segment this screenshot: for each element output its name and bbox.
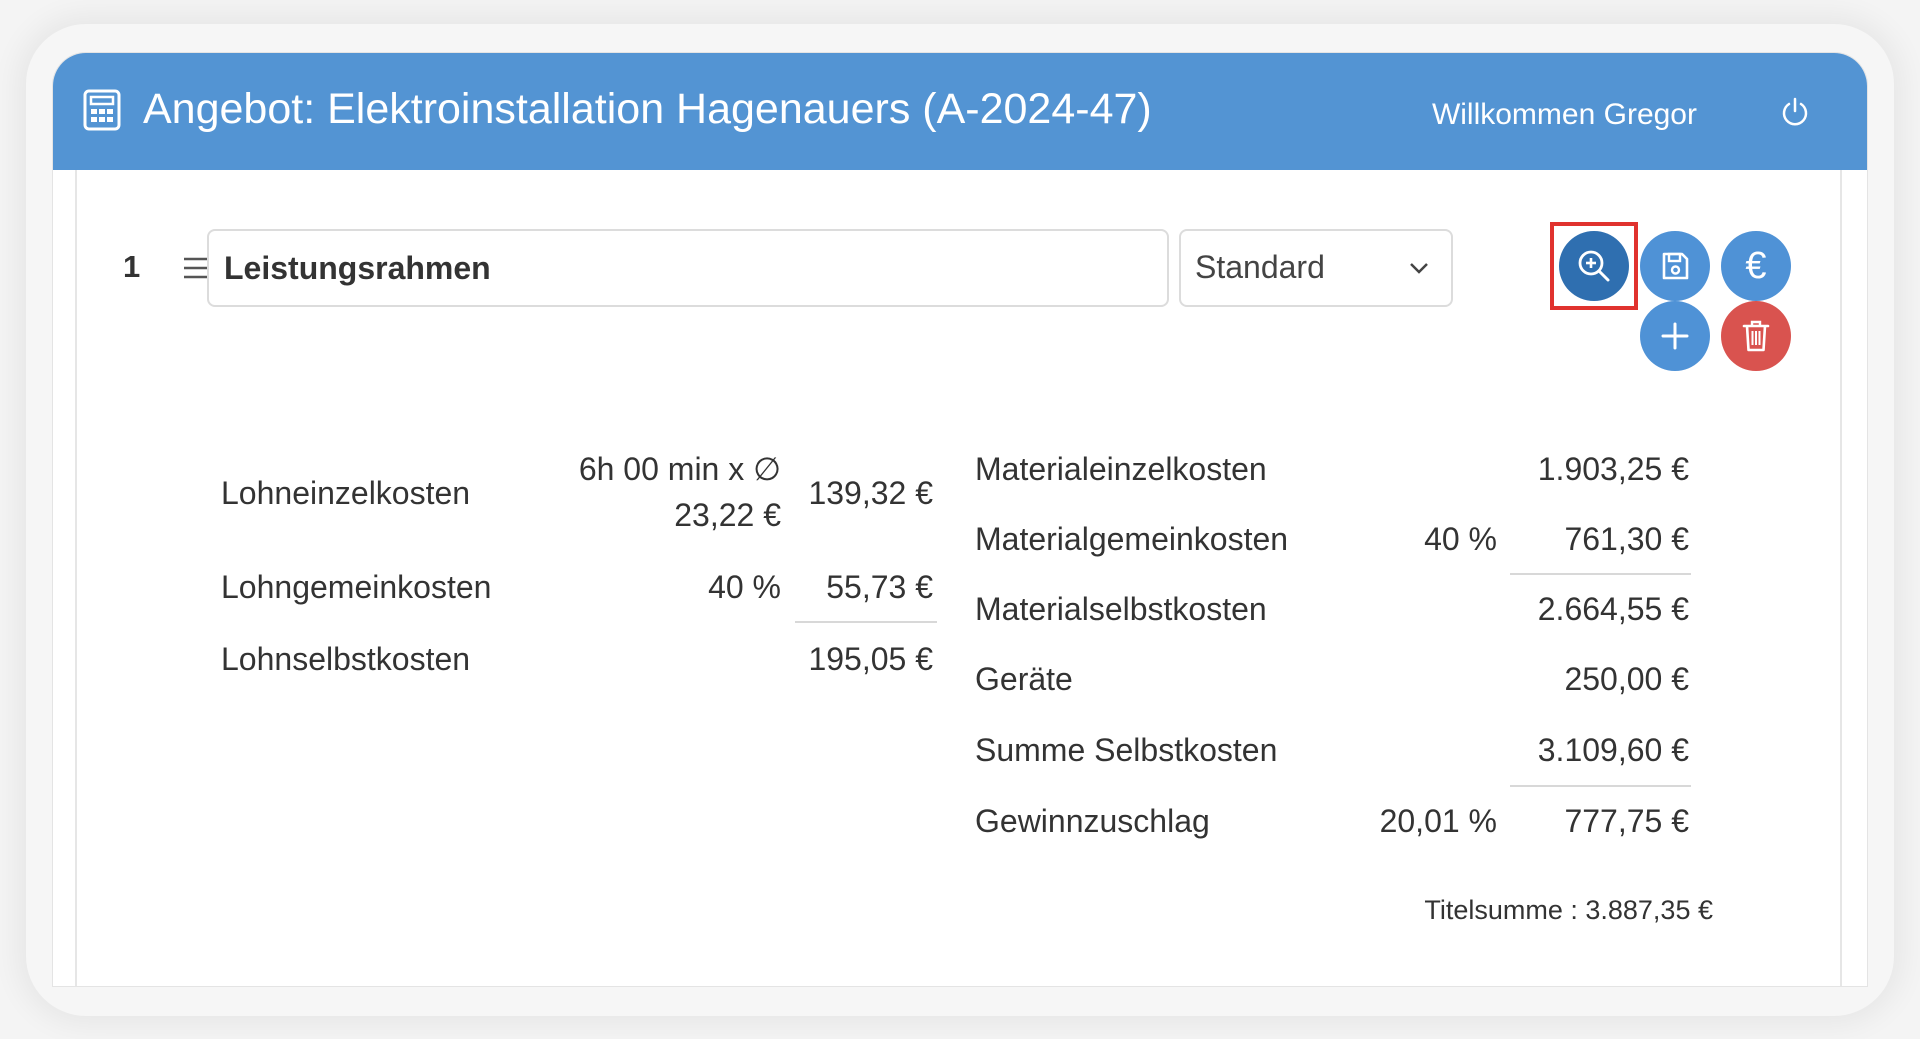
add-button[interactable] bbox=[1640, 301, 1710, 371]
labor-row-value: 55,73 € bbox=[826, 569, 933, 605]
position-title-input[interactable] bbox=[207, 229, 1169, 307]
material-row-value: 761,30 € bbox=[1564, 521, 1689, 557]
labor-row-value: 195,05 € bbox=[808, 641, 933, 677]
zoom-in-icon bbox=[1578, 250, 1610, 282]
material-row-value: 250,00 € bbox=[1564, 661, 1689, 697]
header-bar: Angebot: Elektroinstallation Hagenauers … bbox=[53, 53, 1867, 170]
title-sum: Titelsumme : 3.887,35 € bbox=[1424, 895, 1713, 925]
material-row-detail: 20,01 % bbox=[1379, 803, 1497, 839]
material-sum-divider bbox=[1510, 573, 1691, 575]
calculator-icon bbox=[83, 89, 121, 131]
power-icon[interactable] bbox=[1779, 96, 1811, 128]
delete-button[interactable] bbox=[1721, 301, 1791, 371]
select-value: Standard bbox=[1195, 249, 1325, 285]
labor-row-detail: 6h 00 min x ∅ bbox=[578, 451, 781, 487]
labor-sum-divider bbox=[795, 621, 937, 623]
material-row-label: Geräte bbox=[975, 661, 1073, 697]
material-row-value: 1.903,25 € bbox=[1537, 451, 1689, 487]
pricing-button[interactable]: € bbox=[1721, 231, 1791, 301]
labor-row-label: Lohnselbstkosten bbox=[221, 641, 471, 677]
labor-row-detail: 23,22 € bbox=[674, 497, 781, 533]
chevron-down-icon bbox=[1410, 263, 1428, 274]
labor-row-value: 139,32 € bbox=[808, 475, 933, 511]
position-number: 1 bbox=[123, 249, 141, 284]
material-row-value: 3.109,60 € bbox=[1537, 732, 1689, 768]
labor-row-label: Lohngemeinkosten bbox=[221, 569, 492, 605]
material-row-label: Gewinnzuschlag bbox=[975, 803, 1210, 839]
app-window: Angebot: Elektroinstallation Hagenauers … bbox=[52, 52, 1868, 987]
trash-icon bbox=[1742, 320, 1770, 352]
total-sum-divider bbox=[1510, 785, 1691, 787]
material-row-label: Materialgemeinkosten bbox=[975, 521, 1289, 557]
save-button[interactable] bbox=[1640, 231, 1710, 301]
material-row-value: 777,75 € bbox=[1564, 803, 1689, 839]
material-row-label: Materialselbstkosten bbox=[975, 591, 1267, 627]
position-type-select[interactable]: Standard bbox=[1179, 229, 1453, 307]
plus-icon bbox=[1661, 322, 1689, 350]
labor-row-label: Lohneinzelkosten bbox=[221, 475, 471, 511]
labor-row-detail: 40 % bbox=[708, 569, 781, 605]
save-icon bbox=[1662, 252, 1689, 280]
material-row-detail: 40 % bbox=[1424, 521, 1497, 557]
euro-icon: € bbox=[1745, 244, 1767, 287]
material-row-value: 2.664,55 € bbox=[1537, 591, 1689, 627]
zoom-button[interactable] bbox=[1559, 231, 1629, 301]
material-row-label: Summe Selbstkosten bbox=[975, 732, 1278, 768]
material-row-label: Materialeinzelkosten bbox=[975, 451, 1267, 487]
welcome-text: Willkommen Gregor bbox=[1431, 98, 1697, 131]
page-title: Angebot: Elektroinstallation Hagenauers … bbox=[143, 85, 1152, 133]
